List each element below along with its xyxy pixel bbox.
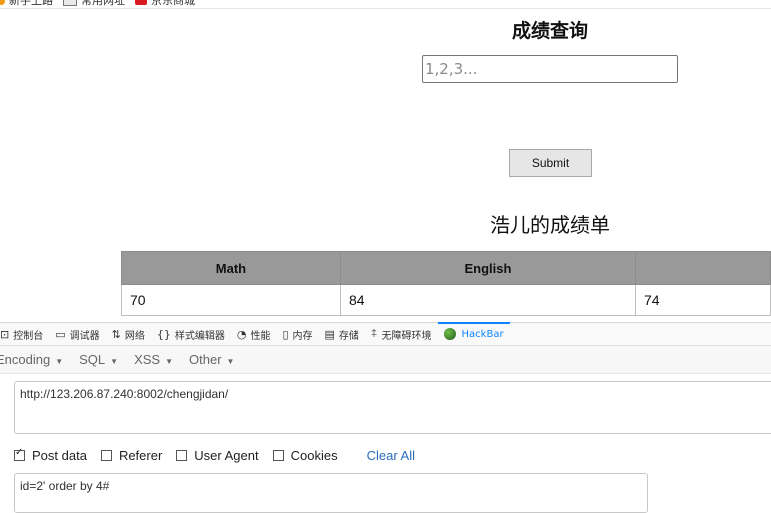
submit-button[interactable]: Submit: [509, 149, 592, 177]
option-user-agent[interactable]: User Agent: [176, 447, 259, 463]
menu-sql[interactable]: SQL ▼: [79, 352, 118, 367]
option-referer[interactable]: Referer: [100, 447, 163, 463]
console-icon: ⊡: [0, 327, 10, 341]
bookmark-item-jd[interactable]: 京东商城: [135, 0, 195, 8]
debugger-icon: ▭: [55, 327, 66, 341]
caret-down-icon: ▼: [226, 357, 235, 366]
table-row: 70 84 74: [121, 284, 771, 316]
report-title: 浩儿的成绩单: [490, 215, 610, 237]
menu-label: SQL: [79, 352, 106, 367]
option-post-data[interactable]: Post data: [14, 447, 87, 463]
devtools-tabbar: ⊡ 控制台 ▭ 调试器 ⇅ 网络 {} 样式编辑器 ◔ 性能 ▯ 内存 ▤ 存储…: [0, 322, 771, 346]
bookmark-label: 京东商城: [151, 0, 195, 7]
tab-label: 无障碍环境: [381, 330, 432, 342]
folder-icon: [63, 0, 77, 6]
menu-label: Other: [189, 352, 222, 367]
option-label: User Agent: [194, 447, 259, 463]
memory-icon: ▯: [282, 327, 289, 341]
bookmark-label: 新手上路: [9, 0, 53, 7]
performance-icon: ◔: [236, 327, 247, 341]
id-input[interactable]: [422, 55, 678, 83]
table-cell: 84: [339, 284, 636, 316]
hackbar-menubar: Encoding ▼ SQL ▼ XSS ▼ Other ▼: [0, 346, 771, 374]
tab-label: 内存: [292, 330, 313, 342]
column-header-math: Math: [121, 251, 341, 285]
bookmark-item-common[interactable]: 常用网址: [63, 0, 125, 8]
tab-console[interactable]: ⊡ 控制台: [0, 323, 49, 345]
network-icon: ⇅: [111, 327, 121, 341]
tab-label: 性能: [250, 330, 271, 342]
menu-xss[interactable]: XSS ▼: [134, 352, 173, 367]
option-cookies[interactable]: Cookies: [272, 447, 338, 463]
tab-label: 样式编辑器: [174, 330, 225, 342]
tab-memory[interactable]: ▯ 内存: [276, 323, 318, 345]
tab-label: 网络: [124, 330, 145, 342]
tab-performance[interactable]: ◔ 性能: [231, 323, 277, 345]
user-agent-checkbox[interactable]: [176, 449, 188, 461]
option-label: Referer: [118, 447, 163, 463]
post-data-textarea[interactable]: id=2' order by 4#: [14, 473, 648, 513]
tab-hackbar[interactable]: HackBar: [437, 322, 510, 345]
caret-down-icon: ▼: [55, 357, 64, 366]
caret-down-icon: ▼: [165, 357, 174, 366]
accessibility-icon: ⍏: [370, 327, 378, 340]
column-header-third: [634, 251, 771, 285]
clear-all-link[interactable]: Clear All: [367, 448, 415, 463]
tab-label: 存储: [338, 330, 359, 342]
column-header-english: English: [339, 251, 636, 285]
page-title: 成绩查询: [511, 21, 588, 42]
caret-down-icon: ▼: [110, 357, 119, 366]
storage-icon: ▤: [324, 327, 335, 341]
devtools-panel: ⊡ 控制台 ▭ 调试器 ⇅ 网络 {} 样式编辑器 ◔ 性能 ▯ 内存 ▤ 存储…: [0, 322, 771, 513]
fire-icon: [0, 0, 5, 5]
option-label: Cookies: [290, 447, 338, 463]
tab-label: 控制台: [13, 330, 44, 342]
jd-icon: [135, 0, 147, 5]
menu-label: Encoding: [0, 352, 51, 367]
hackbar-options: Post data Referer User Agent Cookies Cle…: [14, 446, 415, 464]
table-header-row: Math English: [121, 251, 771, 285]
tab-label: HackBar: [461, 328, 504, 340]
menu-other[interactable]: Other ▼: [189, 352, 234, 367]
cookies-checkbox[interactable]: [272, 449, 284, 461]
hackbar-icon: [443, 328, 456, 340]
bookmark-label: 常用网址: [81, 0, 125, 7]
tab-label: 调试器: [69, 330, 100, 342]
table-cell: 70: [121, 284, 341, 316]
bookmarks-divider: [0, 8, 771, 9]
score-table: Math English 70 84 74: [121, 251, 771, 316]
menu-encoding[interactable]: Encoding ▼: [0, 352, 63, 367]
tab-accessibility[interactable]: ⍏ 无障碍环境: [365, 323, 438, 345]
bookmarks-bar: 新手上路 常用网址 京东商城: [0, 0, 771, 8]
tab-network[interactable]: ⇅ 网络: [106, 323, 151, 345]
tab-style-editor[interactable]: {} 样式编辑器: [151, 323, 231, 345]
table-cell: 74: [634, 284, 771, 316]
referer-checkbox[interactable]: [100, 449, 112, 461]
tab-storage[interactable]: ▤ 存储: [319, 323, 365, 345]
bookmark-item-newbie[interactable]: 新手上路: [0, 0, 53, 8]
style-editor-icon: {}: [156, 327, 171, 341]
tab-debugger[interactable]: ▭ 调试器: [49, 323, 105, 345]
post-data-checkbox[interactable]: [14, 447, 25, 461]
option-label: Post data: [32, 447, 87, 463]
menu-label: XSS: [134, 352, 161, 367]
url-textarea[interactable]: http://123.206.87.240:8002/chengjidan/: [14, 381, 771, 434]
